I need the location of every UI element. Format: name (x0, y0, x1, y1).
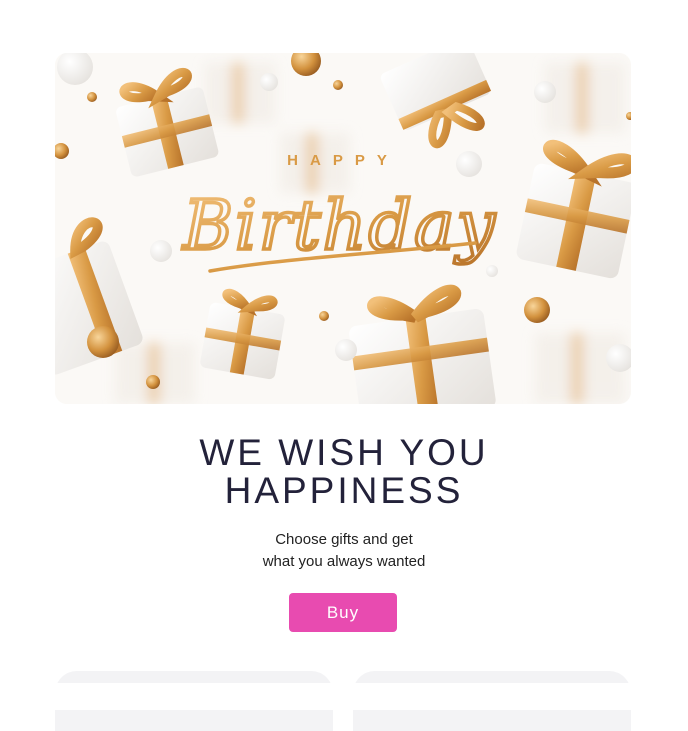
subtitle-line-1: Choose gifts and get (275, 531, 413, 548)
headline-line-1: WE WISH YOU (199, 432, 489, 473)
birthday-illustration: HAPPY Birthday (55, 53, 631, 404)
email-page: HAPPY Birthday WE WISH YOU HAPPINESS Cho… (0, 0, 688, 731)
headline: WE WISH YOU HAPPINESS (0, 434, 688, 510)
birthday-banner-image: HAPPY Birthday (55, 53, 631, 404)
subtitle: Choose gifts and get what you always wan… (0, 529, 688, 573)
headline-line-2: HAPPINESS (224, 470, 464, 511)
happy-text: HAPPY (287, 152, 399, 169)
subtitle-line-2: what you always wanted (262, 553, 426, 570)
buy-button[interactable]: Buy (289, 593, 397, 632)
bottom-fade (0, 683, 688, 710)
